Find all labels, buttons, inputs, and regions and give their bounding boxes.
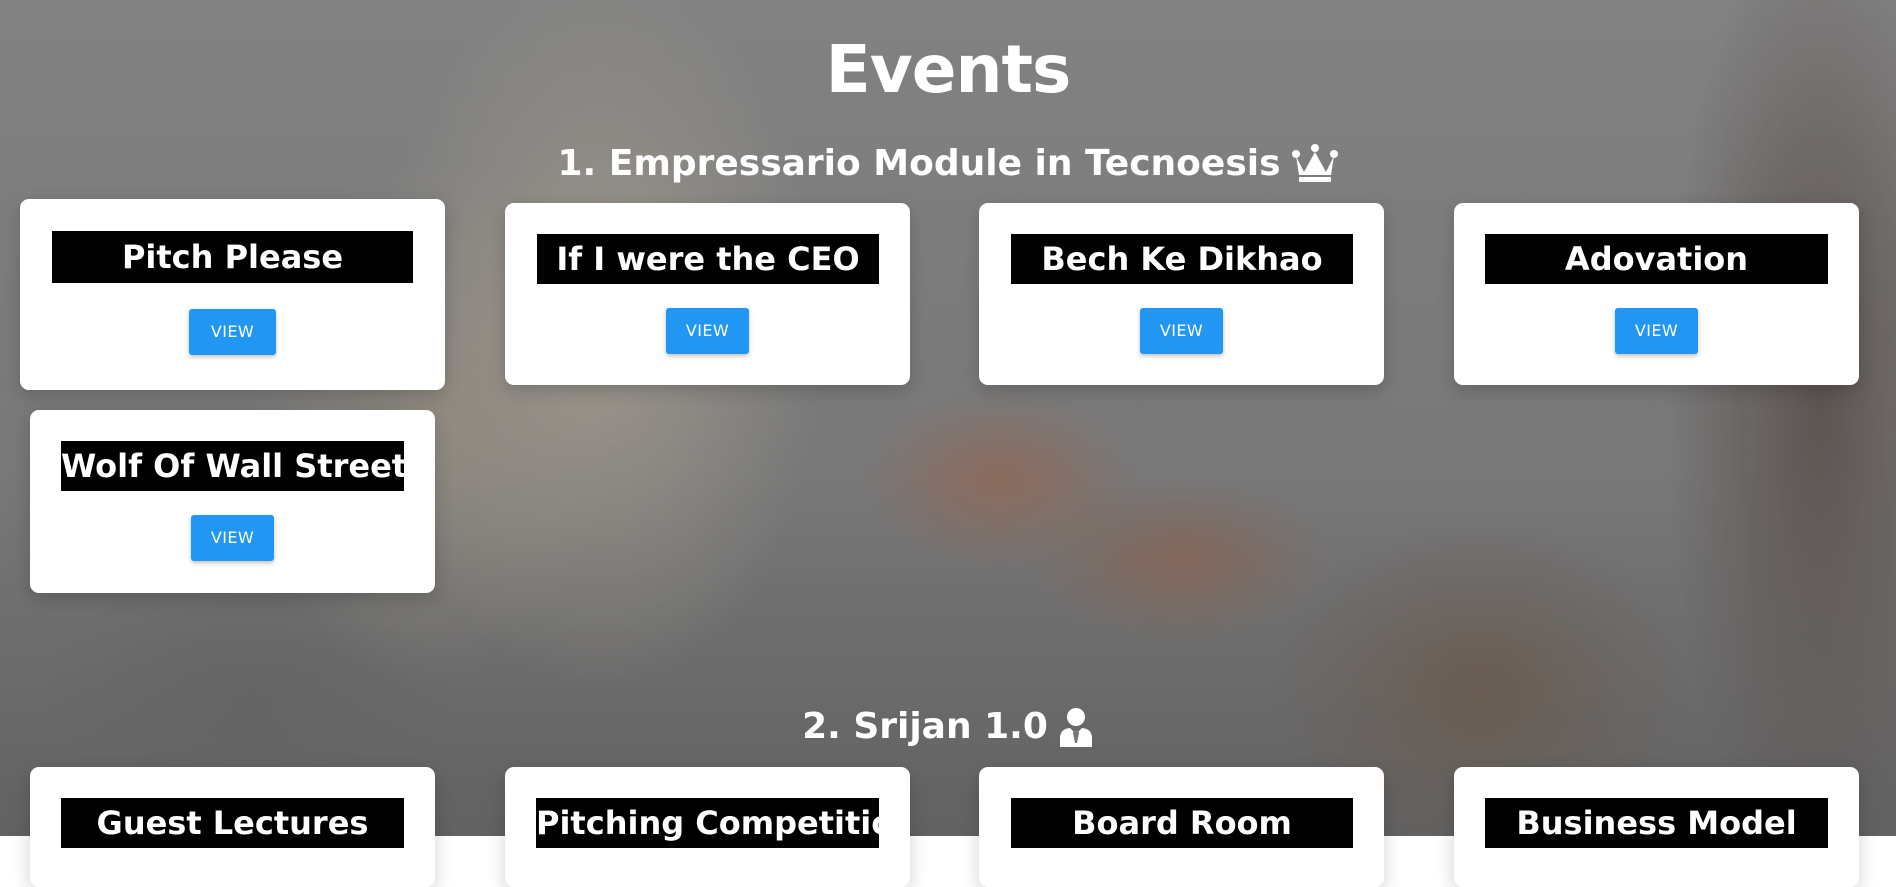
event-card-pitch-please: Pitch Please VIEW [20,199,445,390]
event-card-pitching-competition: Pitching Competition [505,767,910,887]
section-title-empressario: 1. Empressario Module in Tecnoesis [0,141,1896,187]
view-button-bech-ke-dikhao[interactable]: VIEW [1140,308,1223,354]
events-page: Events 1. Empressario Module in Tecnoesi… [0,0,1896,887]
view-button-adovation[interactable]: VIEW [1615,308,1698,354]
event-card-guest-lectures: Guest Lectures [30,767,435,887]
event-title: Business Model [1485,798,1828,848]
event-title: Adovation [1485,234,1828,284]
view-button-wolf-of-wall-street[interactable]: VIEW [191,515,274,561]
event-card-business-model: Business Model [1454,767,1859,887]
event-card-bech-ke-dikhao: Bech Ke Dikhao VIEW [979,203,1384,385]
event-title: Pitching Competition [536,798,879,848]
event-card-adovation: Adovation VIEW [1454,203,1859,385]
section-title-text: 2. Srijan 1.0 [802,706,1048,747]
event-title: Wolf Of Wall Street [61,441,404,491]
event-title: If I were the CEO [537,234,879,284]
section-title-srijan: 2. Srijan 1.0 [0,704,1896,750]
user-tie-icon [1058,707,1094,747]
event-title: Board Room [1011,798,1353,848]
page-title: Events [825,31,1072,108]
event-card-board-room: Board Room [979,767,1384,887]
event-title: Pitch Please [52,231,413,283]
view-button-if-i-were-the-ceo[interactable]: VIEW [666,308,749,354]
event-card-if-i-were-the-ceo: If I were the CEO VIEW [505,203,910,385]
view-button-pitch-please[interactable]: VIEW [189,309,276,355]
crown-icon [1291,144,1339,184]
event-title: Guest Lectures [61,798,404,848]
section-title-text: 1. Empressario Module in Tecnoesis [557,143,1281,184]
event-title: Bech Ke Dikhao [1011,234,1353,284]
event-card-wolf-of-wall-street: Wolf Of Wall Street VIEW [30,410,435,593]
